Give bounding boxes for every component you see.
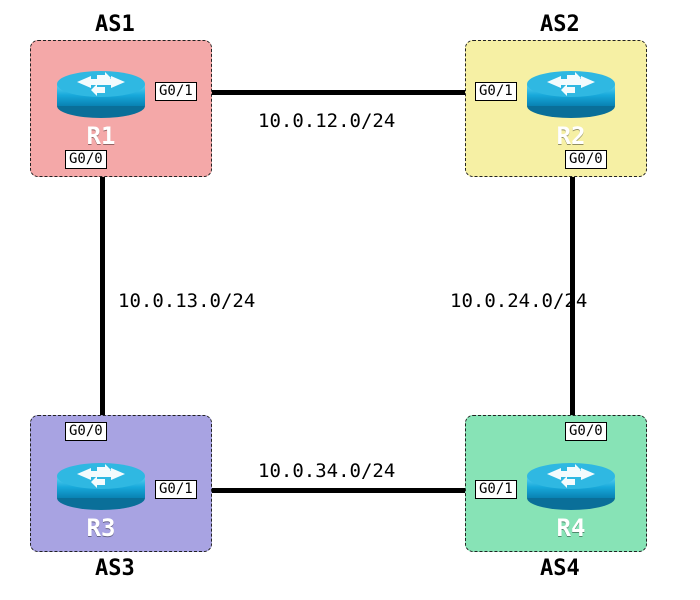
iface-r2-g00: G0/0 — [565, 150, 607, 169]
router-icon — [525, 460, 617, 512]
net-12-label: 10.0.12.0/24 — [258, 110, 395, 132]
router-r2-label: R2 — [525, 122, 617, 150]
router-icon — [55, 460, 147, 512]
net-13-label: 10.0.13.0/24 — [118, 290, 255, 312]
as1-label: AS1 — [95, 12, 135, 37]
router-icon — [525, 68, 617, 120]
as4-label: AS4 — [540, 556, 580, 581]
net-34-label: 10.0.34.0/24 — [258, 460, 395, 482]
iface-r3-g01: G0/1 — [155, 480, 197, 499]
iface-r1-g01: G0/1 — [155, 82, 197, 101]
iface-r2-g01: G0/1 — [475, 82, 517, 101]
router-r3 — [55, 460, 147, 512]
router-r4-label: R4 — [525, 514, 617, 542]
router-r3-label: R3 — [55, 514, 147, 542]
iface-r4-g00: G0/0 — [565, 422, 607, 441]
router-r2 — [525, 68, 617, 120]
router-icon — [55, 68, 147, 120]
iface-r1-g00: G0/0 — [65, 150, 107, 169]
router-r4 — [525, 460, 617, 512]
net-24-label: 10.0.24.0/24 — [450, 290, 587, 312]
as3-label: AS3 — [95, 556, 135, 581]
as2-label: AS2 — [540, 12, 580, 37]
iface-r3-g00: G0/0 — [65, 422, 107, 441]
router-r1 — [55, 68, 147, 120]
router-r1-label: R1 — [55, 122, 147, 150]
topology-canvas: AS1 AS2 AS3 AS4 R1 — [0, 0, 700, 600]
iface-r4-g01: G0/1 — [475, 480, 517, 499]
